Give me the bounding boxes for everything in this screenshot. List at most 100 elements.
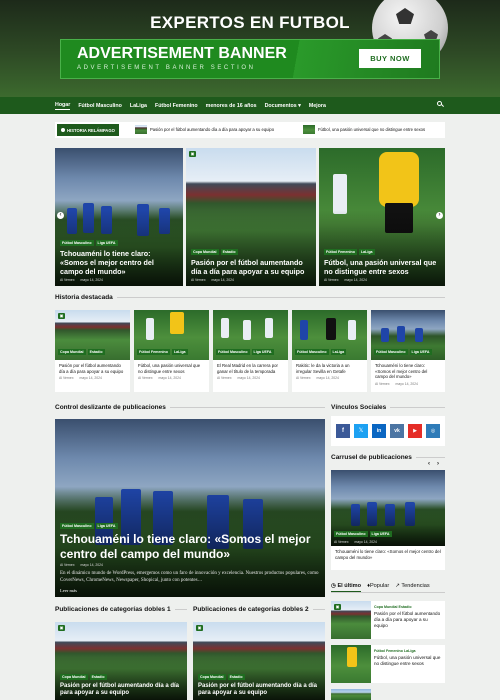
category-tag[interactable]: Liga UEFA <box>95 523 118 530</box>
vk-icon[interactable]: vk <box>390 424 404 438</box>
category-tag[interactable]: Liga UEFA <box>409 349 432 355</box>
double-post-card[interactable]: ▣ Copa Mundial Estadio Pasión por el fútb… <box>55 622 187 700</box>
author-name[interactable]: Al Vernex <box>375 382 390 386</box>
slider-title[interactable]: Tchouaméni lo tiene claro: «Somos el mej… <box>60 532 320 561</box>
author-name[interactable]: Al Vernex <box>296 376 311 380</box>
section-heading: Publicaciones de categorías dobles 2 <box>193 606 325 613</box>
list-item[interactable]: ▣ Copa Mundial Estadio Pasión por el fútb… <box>331 601 445 639</box>
category-tag[interactable]: Fútbol Masculino <box>374 349 408 355</box>
category-tag[interactable]: Copa Mundial <box>60 673 88 680</box>
featured-card[interactable]: Fútbol Masculino LaLiga Rakitic: le da la… <box>292 310 367 392</box>
category-tag[interactable]: Estadio <box>87 349 105 355</box>
post-tags[interactable]: Copa Mundial Estadio <box>374 605 442 609</box>
nav-documentos[interactable]: Documentos ▾ <box>265 103 301 109</box>
linkedin-icon[interactable]: in <box>372 424 386 438</box>
author-name[interactable]: Al Vernex <box>217 376 232 380</box>
nav-home[interactable]: Hogar <box>55 102 71 110</box>
category-tag[interactable]: Copa Mundial <box>191 249 219 255</box>
read-more-link[interactable]: Leer más <box>60 588 320 593</box>
hero-card[interactable]: Fútbol Masculino Liga UEFA Tchouaméni lo … <box>55 148 183 286</box>
card-title[interactable]: Pasión por el fútbol aumentando día a dí… <box>60 683 182 697</box>
tab-trending[interactable]: ↗ Tendencias <box>395 583 429 592</box>
featured-card[interactable]: Fútbol Masculino Liga UEFA Tchouaméni lo … <box>371 310 445 392</box>
section-heading-text: Historia destacada <box>55 294 113 301</box>
tab-popular[interactable]: ♦Popular <box>367 583 389 592</box>
author-name[interactable]: Al Vernex <box>191 278 206 282</box>
double-post-card[interactable]: ▣ Copa Mundial Estadio Pasión por el fútb… <box>193 622 325 700</box>
post-slider[interactable]: Fútbol Masculino Liga UEFA Tchouaméni lo … <box>55 419 325 597</box>
facebook-icon[interactable]: f <box>336 424 350 438</box>
carousel-card[interactable]: Fútbol Masculino Liga UEFA Al Vernex mayo … <box>331 470 445 570</box>
category-tag[interactable]: Fútbol Masculino <box>334 531 368 537</box>
hero-card[interactable]: Fútbol Femenino LaLiga Fútbol, una pasión… <box>319 148 445 286</box>
post-tags[interactable]: Fútbol Femenino LaLiga <box>374 649 442 653</box>
category-tag[interactable]: Estadio <box>89 673 107 680</box>
buy-now-button[interactable]: BUY NOW <box>359 49 421 68</box>
nav-menores[interactable]: menores de 16 años <box>206 103 257 109</box>
category-tag[interactable]: Liga UEFA <box>369 531 392 537</box>
chevron-left-icon[interactable]: ‹ <box>57 212 64 219</box>
nav-futbol-masculino[interactable]: Fútbol Masculino <box>78 103 122 109</box>
category-tag[interactable]: Fútbol Femenino <box>324 249 357 255</box>
card-title[interactable]: Rakitic: le da la victoria a un irregula… <box>292 360 367 374</box>
list-item-title[interactable]: Fútbol, una pasión universal que no dist… <box>374 655 442 667</box>
nav-laliga[interactable]: LaLiga <box>130 103 147 109</box>
category-tag[interactable]: Fútbol Femenino <box>137 349 170 355</box>
nav-futbol-femenino[interactable]: Fútbol Femenino <box>155 103 198 109</box>
author-name[interactable]: Al Vernex <box>59 376 74 380</box>
card-title[interactable]: Pasión por el fútbol aumentando día a dí… <box>55 360 130 374</box>
tab-popular-label: Popular <box>369 583 390 589</box>
twitter-icon[interactable]: 𝕏 <box>354 424 368 438</box>
nav-mejora[interactable]: Mejora <box>309 103 326 109</box>
section-heading-text: Carrusel de publicaciones <box>331 454 412 461</box>
hero-card[interactable]: ▣ Copa Mundial Estadio Pasión por el fútb… <box>186 148 316 286</box>
tab-latest[interactable]: ◷ El último <box>331 583 362 592</box>
card-title[interactable]: Pasión por el fútbol aumentando día a dí… <box>198 683 320 697</box>
category-tag[interactable]: Fútbol Masculino <box>60 240 94 246</box>
category-tag[interactable]: Liga UEFA <box>95 240 118 246</box>
ad-title: ADVERTISEMENT BANNER <box>77 45 287 62</box>
featured-card[interactable]: ▣ Copa Mundial Estadio Pasión por el fútb… <box>55 310 130 392</box>
category-tag[interactable]: Estadio <box>227 673 245 680</box>
category-tag[interactable]: LaLiga <box>330 349 347 355</box>
carousel-next[interactable]: › <box>437 461 439 467</box>
author-name[interactable]: Al Vernex <box>334 540 349 544</box>
carousel-prev[interactable]: ‹ <box>428 461 430 467</box>
card-title[interactable]: Tchouaméni lo tiene claro: «Somos el mej… <box>331 546 445 563</box>
card-title[interactable]: El Real Madrid en la carrera por ganar e… <box>213 360 288 374</box>
category-tag[interactable]: Fútbol Masculino <box>216 349 250 355</box>
category-tag[interactable]: Liga UEFA <box>251 349 274 355</box>
chevron-down-icon: ▾ <box>298 102 301 109</box>
site-title[interactable]: EXPERTOS EN FUTBOL <box>0 13 500 33</box>
author-name[interactable]: Al Vernex <box>60 278 75 282</box>
card-title[interactable]: Fútbol, una pasión universal que no dist… <box>134 360 209 374</box>
ad-banner[interactable]: ADVERTISEMENT BANNER ADVERTISEMENT BANNE… <box>60 39 440 79</box>
author-name[interactable]: Al Vernex <box>60 563 75 567</box>
list-item[interactable] <box>331 689 371 700</box>
list-item[interactable]: Fútbol Femenino LaLiga Fútbol, una pasión… <box>331 645 445 683</box>
featured-card[interactable]: Fútbol Femenino LaLiga Fútbol, una pasión… <box>134 310 209 392</box>
category-tag[interactable]: LaLiga <box>171 349 188 355</box>
ticker-item[interactable]: Pasión por el fútbol aumentando día a dí… <box>135 125 274 134</box>
hero-title[interactable]: Pasión por el fútbol aumentando día a dí… <box>191 258 311 276</box>
category-tag[interactable]: Copa Mundial <box>58 349 86 355</box>
instagram-icon[interactable]: ◎ <box>426 424 440 438</box>
category-tag[interactable]: Fútbol Masculino <box>295 349 329 355</box>
search-icon[interactable] <box>437 101 445 109</box>
card-title[interactable]: Tchouaméni lo tiene claro: «Somos el mej… <box>371 360 445 380</box>
hero-title[interactable]: Fútbol, una pasión universal que no dist… <box>324 258 440 276</box>
author-name[interactable]: Al Vernex <box>138 376 153 380</box>
list-item-title[interactable]: Pasión por el fútbol aumentando día a dí… <box>374 611 442 629</box>
chevron-right-icon[interactable]: › <box>436 212 443 219</box>
featured-card[interactable]: Fútbol Masculino Liga UEFA El Real Madrid… <box>213 310 288 392</box>
category-tag[interactable]: LaLiga <box>358 249 375 255</box>
bolt-icon <box>61 128 65 132</box>
youtube-icon[interactable]: ▶ <box>408 424 422 438</box>
category-tag[interactable]: Fútbol Masculino <box>60 523 94 530</box>
category-tag[interactable]: Copa Mundial <box>198 673 226 680</box>
hero-title[interactable]: Tchouaméni lo tiene claro: «Somos el mej… <box>60 249 178 276</box>
category-tag[interactable]: Estadio <box>220 249 238 255</box>
author-name[interactable]: Al Vernex <box>324 278 339 282</box>
post-date: mayo 14, 2024 <box>354 540 377 544</box>
ticker-item[interactable]: Fútbol, una pasión universal que no dist… <box>303 125 425 134</box>
